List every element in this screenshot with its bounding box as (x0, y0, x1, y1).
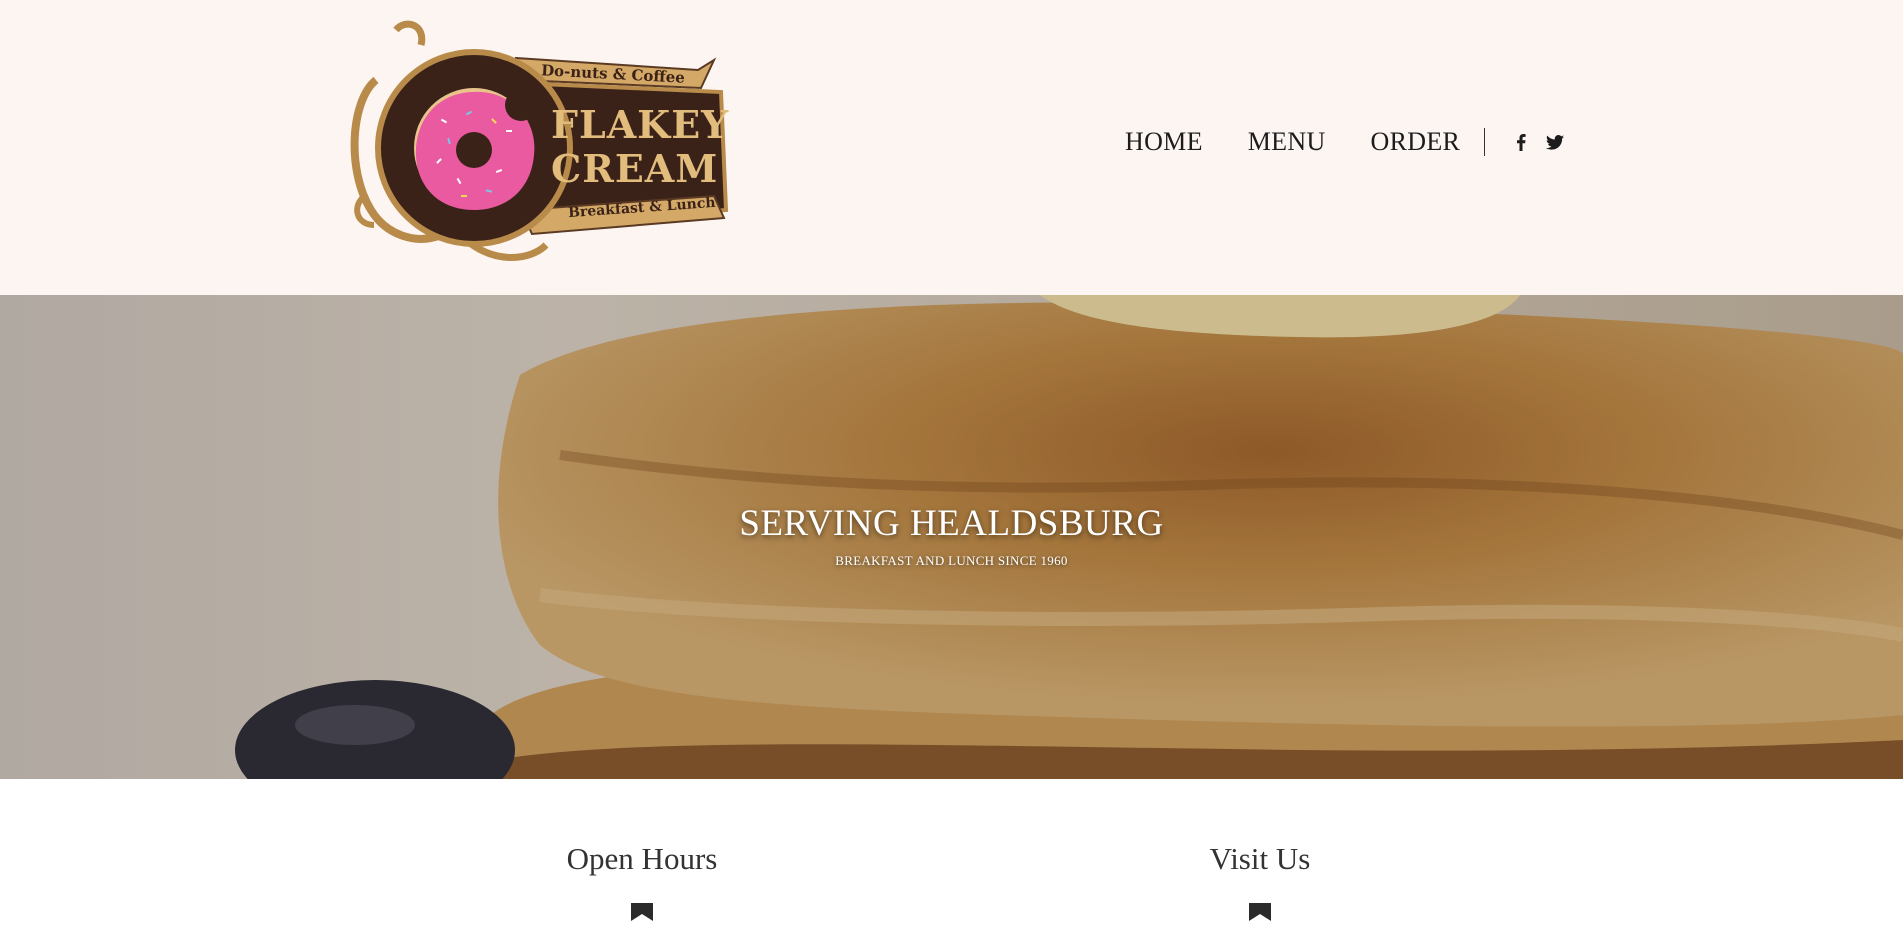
twitter-icon[interactable] (1545, 132, 1565, 152)
logo-name-line2: CREAM (551, 146, 719, 191)
flakey-cream-logo[interactable]: Do-nuts & Coffee FLAKEY CREAM Breakfast … (346, 20, 772, 266)
nav-menu[interactable]: MENU (1248, 127, 1326, 157)
main-nav: HOME MENU ORDER (1125, 124, 1579, 160)
nav-divider (1484, 128, 1486, 156)
facebook-icon[interactable] (1511, 132, 1531, 152)
visit-us-title: Visit Us (1209, 841, 1311, 876)
hero-title: SERVING HEALDSBURG (739, 503, 1164, 544)
site-header: Do-nuts & Coffee FLAKEY CREAM Breakfast … (0, 0, 1903, 295)
hero-banner: SERVING HEALDSBURG BREAKFAST AND LUNCH S… (0, 295, 1903, 779)
logo-name-line1: FLAKEY (551, 102, 730, 147)
open-hours-title: Open Hours (566, 841, 718, 876)
nav-order[interactable]: ORDER (1371, 127, 1461, 157)
info-section: Open Hours Visit Us (0, 779, 1903, 923)
nav-home[interactable]: HOME (1125, 127, 1203, 157)
visit-us-block: Visit Us (1110, 841, 1410, 926)
open-hours-block: Open Hours (492, 841, 792, 926)
hero-subtitle: BREAKFAST AND LUNCH SINCE 1960 (835, 553, 1068, 568)
